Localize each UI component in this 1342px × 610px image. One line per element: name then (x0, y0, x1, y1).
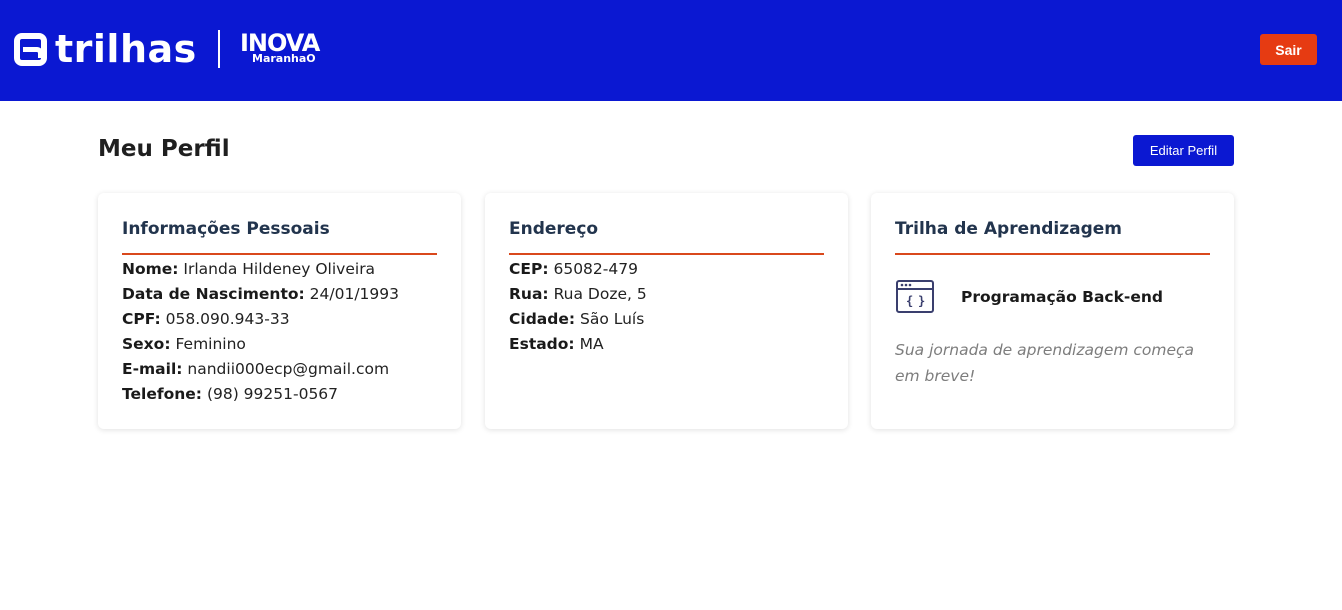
field-state: Estado: MA (509, 335, 604, 353)
field-birthdate: Data de Nascimento: 24/01/1993 (122, 285, 399, 303)
inova-maranhao-logo: INOVA MaranhaO (240, 30, 320, 65)
field-sex: Sexo: Feminino (122, 335, 246, 353)
personal-info-title: Informações Pessoais (122, 219, 437, 255)
field-phone: Telefone: (98) 99251-0567 (122, 385, 339, 403)
partner-sub: MaranhaO (252, 52, 316, 65)
address-card: Endereço CEP: 65082-479 Rua: Rua Doze, 5… (485, 193, 848, 429)
brand-name: trilhas (55, 27, 197, 71)
svg-text:{: { (906, 294, 913, 308)
learning-track-title: Trilha de Aprendizagem (895, 219, 1210, 255)
field-name: Nome: Irlanda Hildeney Oliveira (122, 260, 376, 278)
page-title: Meu Perfil (98, 136, 230, 162)
edit-profile-button[interactable]: Editar Perfil (1133, 135, 1234, 166)
learning-track-card: Trilha de Aprendizagem { } Programação B… (871, 193, 1234, 429)
field-cep: CEP: 65082-479 (509, 260, 638, 278)
logo-divider (218, 30, 220, 68)
logout-button[interactable]: Sair (1260, 34, 1317, 65)
field-street: Rua: Rua Doze, 5 (509, 285, 647, 303)
track-name: Programação Back-end (961, 288, 1163, 306)
trilhas-logo-icon (14, 32, 47, 66)
field-cpf: CPF: 058.090.943-33 (122, 310, 290, 328)
learning-track-item: { } Programação Back-end (895, 279, 1215, 315)
field-city: Cidade: São Luís (509, 310, 645, 328)
code-window-icon: { } (896, 280, 934, 313)
top-header: trilhas INOVA MaranhaO Sair (0, 0, 1342, 101)
svg-text:}: } (918, 294, 925, 308)
trilhas-logo[interactable]: trilhas (14, 28, 197, 70)
personal-info-card: Informações Pessoais Nome: Irlanda Hilde… (98, 193, 461, 429)
track-note: Sua jornada de aprendizagem começa em br… (895, 341, 1195, 385)
field-email: E-mail: nandii000ecp@gmail.com (122, 360, 390, 378)
address-title: Endereço (509, 219, 824, 255)
